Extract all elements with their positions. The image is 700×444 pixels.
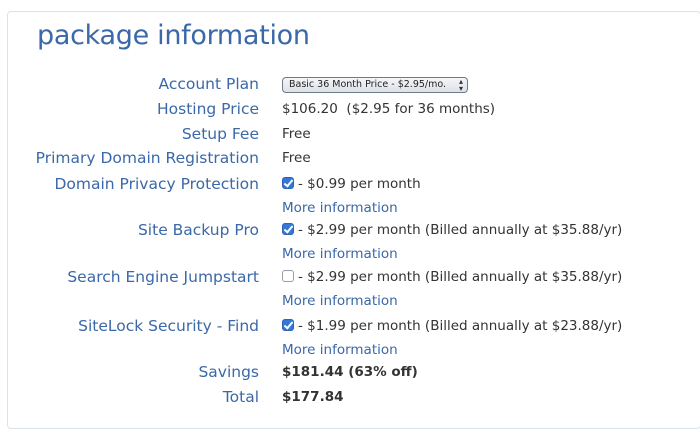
setup-fee-value: Free — [282, 126, 311, 142]
site-backup-label: Site Backup Pro — [137, 221, 259, 239]
site-backup-option: - $2.99 per month (Billed annually at $3… — [282, 218, 622, 242]
account-plan-label: Account Plan — [158, 75, 260, 93]
hosting-price-row: Hosting Price $106.20 ($2.95 for 36 mont… — [0, 97, 700, 121]
addon-row-search-engine: Search Engine Jumpstart - $2.99 per mont… — [0, 265, 700, 289]
total-label: Total — [222, 388, 259, 406]
domain-privacy-option: - $0.99 per month — [282, 172, 421, 196]
setup-fee-label: Setup Fee — [181, 125, 259, 143]
hosting-price-value: $106.20 ($2.95 for 36 months) — [282, 97, 495, 121]
page-title: package information — [37, 20, 310, 51]
savings-label: Savings — [198, 363, 259, 381]
addon-row-domain-privacy: Domain Privacy Protection - $0.99 per mo… — [0, 172, 700, 196]
addon-row-site-backup: Site Backup Pro - $2.99 per month (Bille… — [0, 218, 700, 242]
domain-privacy-checkbox[interactable] — [282, 177, 294, 189]
sitelock-checkbox[interactable] — [282, 319, 294, 331]
search-engine-label: Search Engine Jumpstart — [67, 268, 259, 286]
primary-domain-row: Primary Domain Registration Free — [0, 146, 700, 170]
account-plan-select[interactable]: Basic 36 Month Price - $2.95/mo. ▴ ▾ — [282, 77, 468, 93]
hosting-price-label: Hosting Price — [157, 100, 259, 118]
sitelock-option: - $1.99 per month (Billed annually at $2… — [282, 314, 622, 338]
sitelock-label: SiteLock Security - Find — [78, 317, 259, 335]
setup-fee-row: Setup Fee Free — [0, 122, 700, 146]
domain-privacy-price: - $0.99 per month — [298, 176, 421, 192]
domain-privacy-label: Domain Privacy Protection — [54, 175, 259, 193]
site-backup-more-info-link[interactable]: More information — [282, 246, 398, 262]
savings-row: Savings $181.44 (63% off) — [0, 360, 700, 384]
hosting-price-amount: $106.20 — [282, 101, 338, 117]
site-backup-checkbox[interactable] — [282, 223, 294, 235]
search-engine-checkbox[interactable] — [282, 270, 294, 282]
addon-row-sitelock: SiteLock Security - Find - $1.99 per mon… — [0, 314, 700, 338]
savings-value-wrap: $181.44 (63% off) — [282, 360, 418, 384]
domain-privacy-more-info-link[interactable]: More information — [282, 200, 398, 216]
sitelock-more-info-link[interactable]: More information — [282, 342, 398, 358]
search-engine-option: - $2.99 per month (Billed annually at $3… — [282, 265, 622, 289]
account-plan-row: Account Plan Basic 36 Month Price - $2.9… — [0, 72, 700, 96]
select-arrows-icon: ▴ ▾ — [458, 77, 463, 93]
account-plan-selected-value: Basic 36 Month Price - $2.95/mo. — [289, 79, 447, 90]
primary-domain-value: Free — [282, 150, 311, 166]
search-engine-price: - $2.99 per month (Billed annually at $3… — [298, 269, 623, 285]
total-value: $177.84 — [282, 389, 344, 405]
hosting-price-detail: ($2.95 for 36 months) — [346, 101, 496, 117]
sitelock-price: - $1.99 per month (Billed annually at $2… — [298, 318, 623, 334]
search-engine-more-info-link[interactable]: More information — [282, 293, 398, 309]
total-value-wrap: $177.84 — [282, 385, 344, 409]
site-backup-price: - $2.99 per month (Billed annually at $3… — [298, 222, 623, 238]
savings-value: $181.44 (63% off) — [282, 364, 418, 380]
total-row: Total $177.84 — [0, 385, 700, 409]
primary-domain-label: Primary Domain Registration — [35, 149, 259, 167]
